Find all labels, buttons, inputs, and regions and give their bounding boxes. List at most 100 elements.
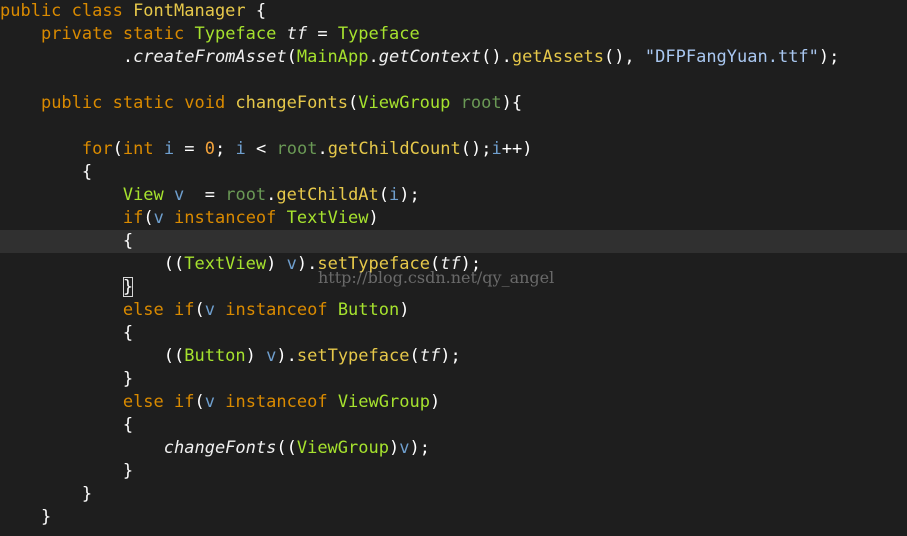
code-line-current[interactable]: {: [0, 230, 907, 253]
variable-token: v: [204, 392, 215, 412]
punctuation-token: [0, 139, 82, 159]
keyword-token: int: [122, 139, 164, 159]
punctuation-token: [0, 185, 123, 205]
punctuation-token: (: [409, 346, 420, 366]
punctuation-token: (: [286, 47, 297, 67]
keyword-token: for: [81, 139, 113, 159]
identifier-token: changeFonts: [163, 438, 277, 458]
type-token: View: [122, 185, 175, 205]
punctuation-token: ): [245, 346, 267, 366]
keyword-token: instanceof: [214, 392, 338, 412]
type-token: ViewGroup: [296, 438, 389, 458]
type-token: Button: [184, 346, 246, 366]
punctuation-token: [0, 93, 41, 113]
code-line[interactable]: }: [0, 483, 907, 506]
punctuation-token: [0, 438, 164, 458]
punctuation-token: (: [194, 300, 205, 320]
matched-brace-token: }: [122, 277, 134, 297]
identifier-token: getContext: [378, 47, 482, 67]
punctuation-token: ): [388, 438, 400, 458]
code-line[interactable]: for(int i = 0; i < root.getChildCount();…: [0, 138, 907, 161]
punctuation-token: ((: [0, 254, 185, 274]
punctuation-token: {: [0, 162, 93, 182]
punctuation-token: );: [818, 47, 840, 67]
type-token: Typeface: [194, 24, 287, 44]
number-token: 0: [204, 139, 216, 159]
punctuation-token: {: [0, 415, 134, 435]
variable-token: i: [389, 185, 400, 205]
punctuation-token: {: [0, 231, 134, 251]
code-line[interactable]: if(v instanceof TextView): [0, 207, 907, 230]
operator-token: =: [184, 185, 226, 205]
field-token: root: [225, 185, 267, 205]
code-line[interactable]: .createFromAsset(MainApp.getContext().ge…: [0, 46, 907, 69]
code-line[interactable]: changeFonts((ViewGroup)v);: [0, 437, 907, 460]
code-line[interactable]: {: [0, 414, 907, 437]
punctuation-token: ();: [460, 139, 492, 159]
punctuation-token: ((: [276, 438, 297, 458]
method-token: getAssets: [511, 47, 604, 67]
punctuation-token: ): [522, 139, 533, 159]
type-token: ViewGroup: [337, 392, 430, 412]
punctuation-token: .: [266, 185, 277, 205]
punctuation-token: [0, 208, 123, 228]
type-token: TextView: [286, 208, 369, 228]
type-token: MainApp: [296, 47, 369, 67]
punctuation-token: ((: [0, 346, 185, 366]
punctuation-token: ): [429, 392, 441, 412]
keyword-token: else if: [122, 300, 195, 320]
punctuation-token: }: [0, 484, 93, 504]
method-token: setTypeface: [296, 346, 410, 366]
punctuation-token: }: [0, 507, 52, 527]
punctuation-token: {: [245, 1, 267, 21]
punctuation-token: );: [399, 185, 420, 205]
operator-token: ++: [501, 139, 523, 159]
punctuation-token: ){: [501, 93, 523, 113]
punctuation-token: .: [317, 139, 328, 159]
keyword-token: if: [122, 208, 144, 228]
type-token: ViewGroup: [358, 93, 461, 113]
type-token: Button: [337, 300, 400, 320]
punctuation-token: ): [266, 254, 287, 274]
code-line[interactable]: public class FontManager {: [0, 0, 907, 23]
code-line[interactable]: private static Typeface tf = Typeface: [0, 23, 907, 46]
punctuation-token: [0, 24, 41, 44]
type-token: TextView: [184, 254, 267, 274]
punctuation-token: ): [368, 208, 379, 228]
variable-token: v: [399, 438, 410, 458]
identifier-token: tf: [286, 24, 308, 44]
code-line[interactable]: ((Button) v).setTypeface(tf);: [0, 345, 907, 368]
punctuation-token: .: [0, 47, 134, 67]
code-line[interactable]: }: [0, 368, 907, 391]
code-line[interactable]: View v = root.getChildAt(i);: [0, 184, 907, 207]
variable-token: i: [163, 139, 175, 159]
punctuation-token: {: [0, 323, 134, 343]
keyword-token: instanceof: [163, 208, 287, 228]
operator-token: =: [307, 24, 338, 44]
code-line[interactable]: }: [0, 506, 907, 529]
punctuation-token: );: [409, 438, 430, 458]
code-line[interactable]: }: [0, 460, 907, 483]
code-line[interactable]: {: [0, 322, 907, 345]
punctuation-token: .: [368, 47, 379, 67]
code-line[interactable]: [0, 115, 907, 138]
code-line[interactable]: {: [0, 161, 907, 184]
punctuation-token: (: [112, 139, 123, 159]
identifier-token: tf: [419, 346, 441, 366]
variable-token: v: [266, 346, 277, 366]
code-line[interactable]: [0, 69, 907, 92]
code-line[interactable]: else if(v instanceof ViewGroup): [0, 391, 907, 414]
method-token: changeFonts: [235, 93, 349, 113]
operator-token: <: [245, 139, 277, 159]
code-line[interactable]: public static void changeFonts(ViewGroup…: [0, 92, 907, 115]
punctuation-token: (),: [603, 47, 645, 67]
keyword-token: else if: [122, 392, 195, 412]
code-line[interactable]: else if(v instanceof Button): [0, 299, 907, 322]
identifier-token: createFromAsset: [133, 47, 287, 67]
string-token: "DFPFangYuan.ttf": [644, 47, 819, 67]
variable-token: v: [174, 185, 185, 205]
keyword-token: public static void: [40, 93, 236, 113]
punctuation-token: }: [0, 369, 134, 389]
method-token: getChildAt: [276, 185, 379, 205]
punctuation-token: (: [378, 185, 390, 205]
